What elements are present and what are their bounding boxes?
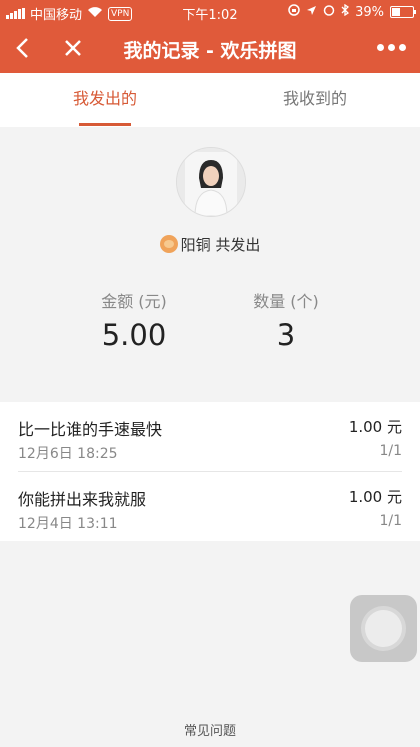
status-bar: 中国移动 VPN 下午1:02 39% [0, 0, 420, 24]
count-label: 数量 (个) [253, 292, 319, 311]
tab-bar: 我发出的 我收到的 [0, 73, 420, 127]
location-icon [306, 5, 317, 20]
nav-bar: 我的记录 - 欢乐拼图 [0, 24, 420, 73]
tab-received[interactable]: 我收到的 [210, 73, 420, 127]
record-time: 12月4日 13:11 [18, 516, 118, 532]
sender-suffix: 共发出 [215, 236, 261, 254]
record-amount: 1.00 元 [348, 488, 402, 506]
record-count: 1/1 [379, 443, 402, 459]
assistive-touch-button[interactable] [350, 595, 417, 662]
lock-rotation-icon [288, 4, 300, 20]
list-item[interactable]: 你能拼出来我就服 12月4日 13:11 1.00 元 1/1 [0, 472, 420, 541]
bluetooth-icon [341, 3, 350, 20]
alarm-icon [323, 4, 335, 20]
battery-percent: 39% [355, 4, 384, 20]
record-list: 比一比谁的手速最快 12月6日 18:25 1.00 元 1/1 你能拼出来我就… [0, 402, 420, 541]
faq-link[interactable]: 常见问题 [0, 720, 420, 739]
tab-sent[interactable]: 我发出的 [0, 73, 210, 127]
page-title: 我的记录 - 欢乐拼图 [123, 40, 297, 62]
more-dots-icon[interactable] [377, 44, 406, 51]
amount-value: 5.00 [101, 318, 167, 352]
record-count: 1/1 [379, 513, 402, 529]
record-amount: 1.00 元 [348, 418, 402, 436]
battery-icon [390, 6, 416, 18]
sender-line: 阳铜 共发出 [0, 234, 420, 255]
top-bar: 中国移动 VPN 下午1:02 39% 我的记录 - 欢乐拼图 [0, 0, 420, 73]
user-face-icon [159, 235, 178, 253]
count-value: 3 [276, 318, 296, 352]
record-title: 比一比谁的手速最快 [18, 420, 163, 439]
sender-name: 阳铜 [180, 236, 211, 254]
list-item[interactable]: 比一比谁的手速最快 12月6日 18:25 1.00 元 1/1 [0, 402, 420, 471]
avatar [176, 147, 246, 217]
active-tab-indicator [79, 123, 131, 126]
record-time: 12月6日 18:25 [18, 446, 118, 462]
status-right: 39% [288, 3, 416, 20]
record-title: 你能拼出来我就服 [18, 490, 147, 509]
amount-label: 金额 (元) [101, 292, 167, 311]
